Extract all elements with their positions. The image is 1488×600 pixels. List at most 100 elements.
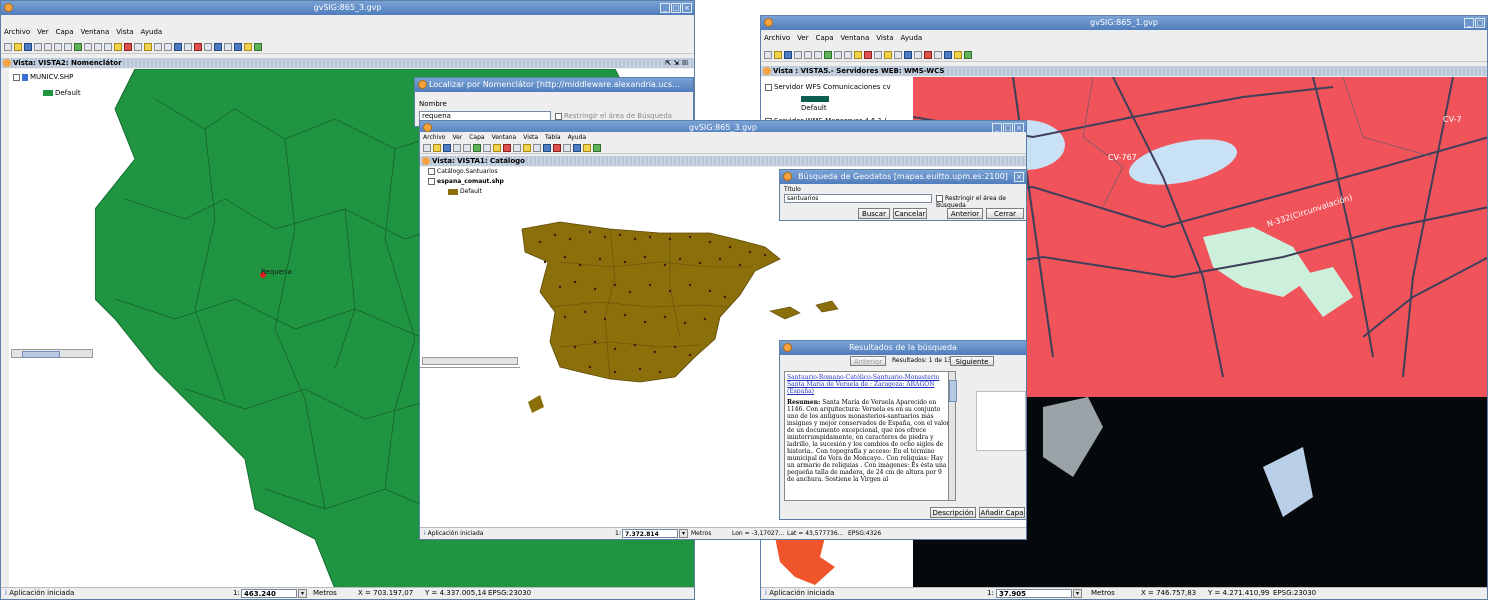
scale-dropdown-icon[interactable]: ▾	[679, 529, 688, 538]
area-icon[interactable]	[523, 144, 531, 152]
zoom-prev-icon[interactable]	[834, 51, 842, 59]
select-poly-icon[interactable]	[543, 144, 551, 152]
area-icon[interactable]	[144, 43, 152, 51]
result-scrollbar[interactable]	[948, 371, 957, 501]
extension-icon[interactable]	[964, 51, 972, 59]
cancel-button[interactable]: Cancelar	[893, 208, 927, 219]
description-button[interactable]: Descripción	[930, 507, 976, 518]
layer-wfs-comunicaciones[interactable]: Servidor WFS Comunicaciones cv	[765, 83, 891, 92]
view-window-controls-icon[interactable]: ⇱ ⇲ ☒	[665, 58, 688, 68]
table-icon[interactable]	[573, 144, 581, 152]
locator-icon[interactable]	[934, 51, 942, 59]
scrollbar-thumb[interactable]	[949, 380, 957, 402]
zoom-full-icon[interactable]	[64, 43, 72, 51]
gazetteer-icon[interactable]	[244, 43, 252, 51]
maximize-icon[interactable]: □	[1475, 18, 1485, 28]
scale-input[interactable]: 37.905	[996, 589, 1072, 598]
restrict-search-area-checkbox[interactable]: Restringir el área de Búsqueda	[936, 195, 1026, 209]
zoom-out-icon[interactable]	[54, 43, 62, 51]
menu-capa[interactable]: Capa	[816, 33, 834, 44]
zoom-next-icon[interactable]	[94, 43, 102, 51]
search-button[interactable]: Buscar	[858, 208, 890, 219]
hand-icon[interactable]	[114, 43, 122, 51]
clear-selection-icon[interactable]	[194, 43, 202, 51]
menu-ver[interactable]: Ver	[797, 33, 808, 44]
pan-icon[interactable]	[104, 43, 112, 51]
left-window-titlebar[interactable]: gvSIG:865_3.gvp _ □ ×	[1, 1, 694, 15]
table-icon[interactable]	[214, 43, 222, 51]
locator-icon[interactable]	[204, 43, 212, 51]
measure-icon[interactable]	[134, 43, 142, 51]
add-layer-button[interactable]: Añadir Capa	[979, 507, 1025, 518]
extension-icon[interactable]	[254, 43, 262, 51]
menu-ayuda[interactable]: Ayuda	[568, 132, 587, 143]
menu-capa[interactable]: Capa	[56, 27, 74, 38]
catalog-icon[interactable]	[234, 43, 242, 51]
previous-button[interactable]: Anterior	[947, 208, 983, 219]
layer-checkbox[interactable]	[765, 83, 772, 91]
clear-selection-icon[interactable]	[924, 51, 932, 59]
maximize-icon[interactable]: □	[671, 3, 681, 13]
result-description-box[interactable]: Santuario-Romano-Católico-Santuario-Mona…	[784, 371, 954, 501]
locator-icon[interactable]	[563, 144, 571, 152]
menu-capa[interactable]: Capa	[469, 132, 484, 143]
scale-dropdown-icon[interactable]: ▾	[298, 589, 307, 598]
layer-icon[interactable]	[473, 144, 481, 152]
area-icon[interactable]	[884, 51, 892, 59]
menu-ver[interactable]: Ver	[452, 132, 462, 143]
menu-vista[interactable]: Vista	[876, 33, 893, 44]
info-icon[interactable]	[503, 144, 511, 152]
new-icon[interactable]	[764, 51, 772, 59]
select-poly-icon[interactable]	[174, 43, 182, 51]
toc-scrollbar[interactable]	[422, 357, 518, 365]
menu-archivo[interactable]: Archivo	[423, 132, 445, 143]
rect-icon[interactable]	[914, 51, 922, 59]
scale-input[interactable]: 463.240	[241, 589, 297, 598]
title-input[interactable]: santuarios	[784, 194, 932, 203]
select-icon[interactable]	[533, 144, 541, 152]
table-icon[interactable]	[944, 51, 952, 59]
menu-tabla[interactable]: Tabla	[545, 132, 561, 143]
zoom-out-icon[interactable]	[463, 144, 471, 152]
export-icon[interactable]	[224, 43, 232, 51]
menu-archivo[interactable]: Archivo	[764, 33, 790, 44]
save-icon[interactable]	[443, 144, 451, 152]
nomenclator-titlebar[interactable]: Localizar por Nomenclátor [http://middle…	[415, 78, 693, 92]
zoom-in-icon[interactable]	[44, 43, 52, 51]
menu-ver[interactable]: Ver	[37, 27, 48, 38]
new-icon[interactable]	[423, 144, 431, 152]
print-icon[interactable]	[794, 51, 802, 59]
left-view-titlebar[interactable]: Vista: VISTA2: Nomenclátor ⇱ ⇲ ☒	[1, 58, 694, 68]
hand-icon[interactable]	[493, 144, 501, 152]
close-icon[interactable]: ×	[682, 3, 692, 13]
select-icon[interactable]	[894, 51, 902, 59]
layer-municv[interactable]: MUNICV.SHP	[13, 73, 73, 82]
zoom-in-icon[interactable]	[804, 51, 812, 59]
measure-icon[interactable]	[874, 51, 882, 59]
new-icon[interactable]	[4, 43, 12, 51]
menu-vista[interactable]: Vista	[116, 27, 133, 38]
save-icon[interactable]	[784, 51, 792, 59]
menu-ventana[interactable]: Ventana	[81, 27, 110, 38]
hand-icon[interactable]	[854, 51, 862, 59]
print-icon[interactable]	[34, 43, 42, 51]
overview-map[interactable]	[765, 537, 855, 587]
open-icon[interactable]	[433, 144, 441, 152]
select-rect-icon[interactable]	[164, 43, 172, 51]
scale-dropdown-icon[interactable]: ▾	[1073, 589, 1082, 598]
menu-ayuda[interactable]: Ayuda	[141, 27, 163, 38]
open-icon[interactable]	[14, 43, 22, 51]
menu-vista[interactable]: Vista	[523, 132, 538, 143]
gazetteer-icon[interactable]	[954, 51, 962, 59]
right-view-titlebar[interactable]: Vista : VISTA5.- Servidores WEB: WMS-WCS	[761, 66, 1487, 76]
save-icon[interactable]	[24, 43, 32, 51]
layer-checkbox[interactable]	[428, 178, 435, 185]
geodata-titlebar[interactable]: Búsqueda de Geodatos [mapas.euitto.upm.e…	[780, 170, 1026, 184]
rect-icon[interactable]	[184, 43, 192, 51]
menu-archivo[interactable]: Archivo	[4, 27, 30, 38]
menu-ventana[interactable]: Ventana	[492, 132, 517, 143]
open-icon[interactable]	[774, 51, 782, 59]
layer-catalogo-santuarios[interactable]: Catálogo.Santuarios	[428, 167, 498, 176]
layer-espana-comaut[interactable]: espana_comaut.shp	[428, 177, 504, 186]
select-poly-icon[interactable]	[904, 51, 912, 59]
